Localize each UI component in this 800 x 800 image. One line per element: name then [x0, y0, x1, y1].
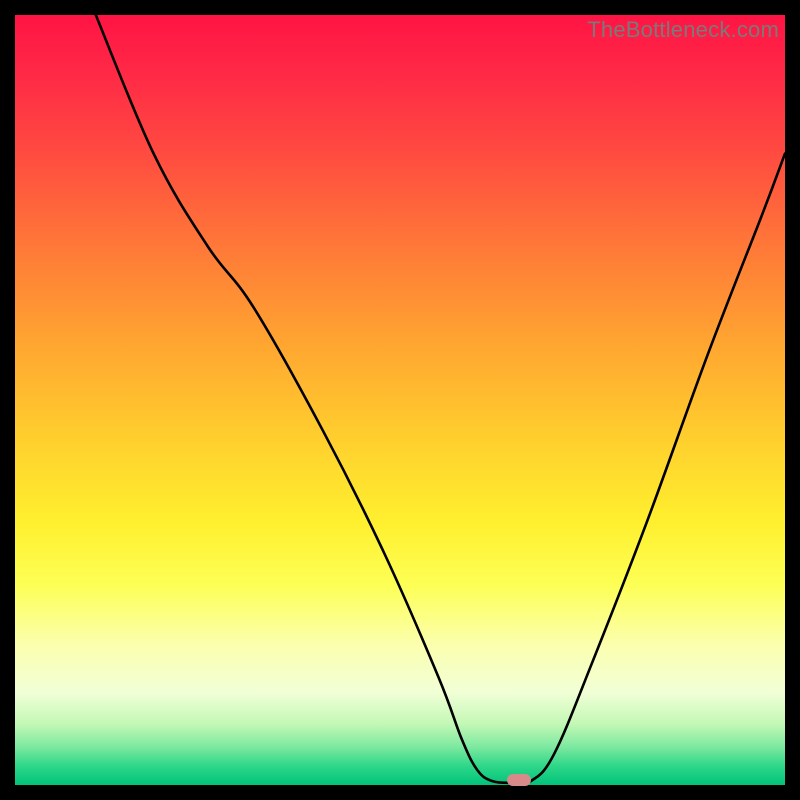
- chart-frame: TheBottleneck.com: [0, 0, 800, 800]
- plot-area: TheBottleneck.com: [15, 15, 785, 785]
- bottleneck-curve: [96, 15, 785, 784]
- optimal-marker: [507, 774, 531, 786]
- curve-layer: [15, 15, 785, 785]
